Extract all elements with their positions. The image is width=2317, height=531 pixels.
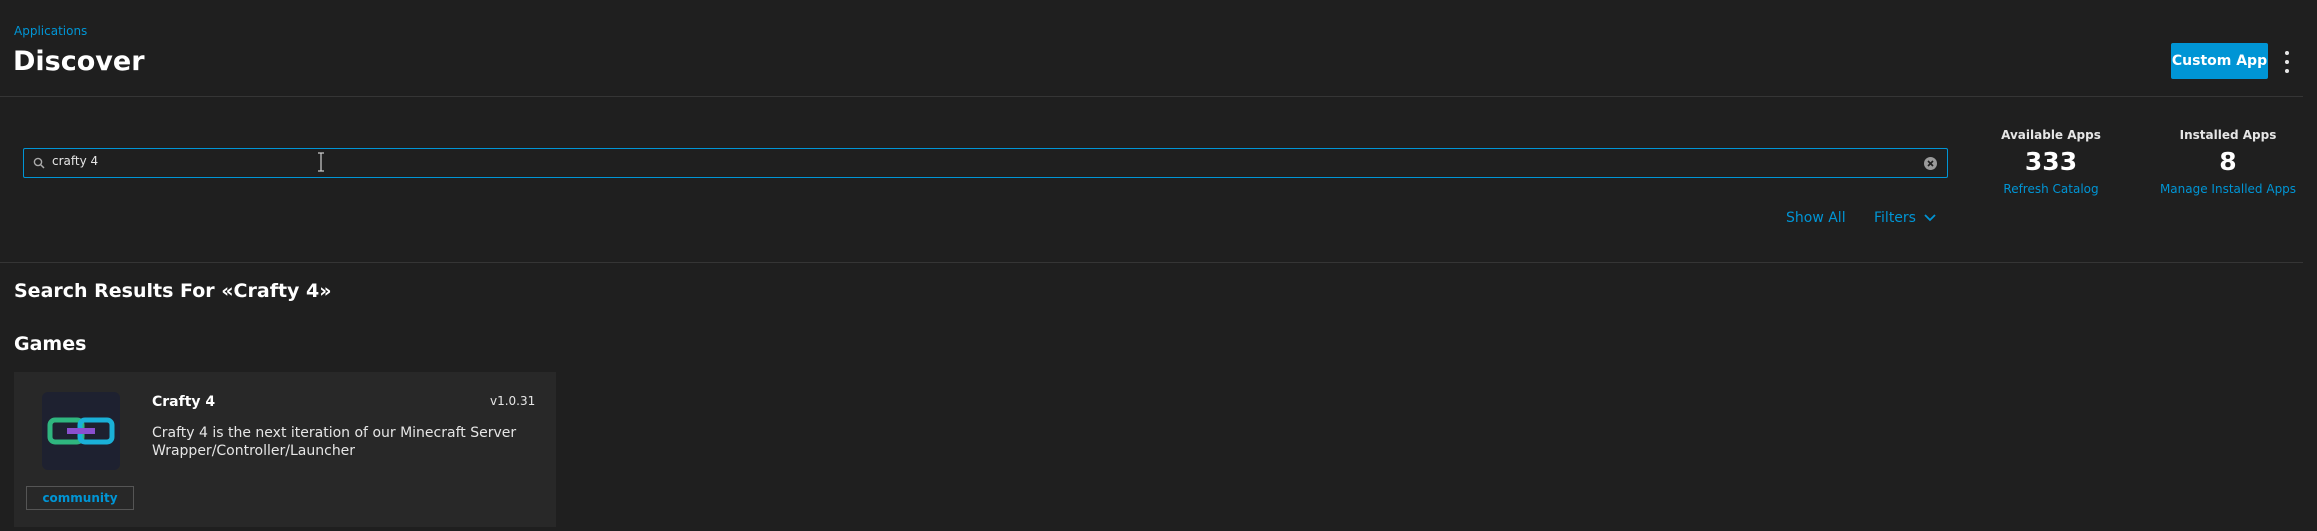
header-divider	[0, 96, 2303, 97]
app-card[interactable]: Crafty 4 v1.0.31 Crafty 4 is the next it…	[14, 372, 556, 527]
app-name: Crafty 4	[152, 394, 216, 410]
app-description: Crafty 4 is the next iteration of our Mi…	[152, 425, 517, 459]
page-title: Discover	[13, 46, 145, 77]
refresh-catalog-link[interactable]: Refresh Catalog	[1991, 182, 2111, 196]
filters-label: Filters	[1874, 210, 1916, 226]
category-heading: Games	[14, 333, 87, 355]
chevron-down-icon	[1924, 214, 1936, 222]
crafty-logo-icon	[42, 392, 120, 470]
custom-app-button[interactable]: Custom App	[2171, 43, 2268, 79]
manage-installed-apps-link[interactable]: Manage Installed Apps	[2153, 182, 2303, 196]
installed-apps-count: 8	[2219, 147, 2237, 176]
search-value: crafty 4	[52, 154, 99, 168]
search-icon	[33, 157, 45, 169]
installed-apps-stat: Installed Apps 8 Manage Installed Apps	[2153, 128, 2303, 196]
available-apps-label: Available Apps	[2001, 128, 2101, 142]
app-version: v1.0.31	[490, 394, 536, 408]
installed-apps-label: Installed Apps	[2179, 128, 2277, 142]
filters-button[interactable]: Filters	[1874, 210, 1937, 226]
train-badge: community	[26, 486, 134, 510]
more-options-icon[interactable]	[2278, 50, 2296, 74]
search-input[interactable]: crafty 4	[23, 148, 1948, 178]
filters-divider	[0, 262, 2303, 263]
search-results-heading: Search Results For «Crafty 4»	[14, 280, 332, 302]
available-apps-stat: Available Apps 333 Refresh Catalog	[1991, 128, 2111, 196]
available-apps-count: 333	[2024, 147, 2078, 176]
show-all-button[interactable]: Show All	[1786, 210, 1846, 226]
breadcrumb[interactable]: Applications	[14, 24, 87, 38]
text-cursor-icon	[318, 152, 324, 172]
clear-search-icon[interactable]	[1923, 156, 1938, 171]
